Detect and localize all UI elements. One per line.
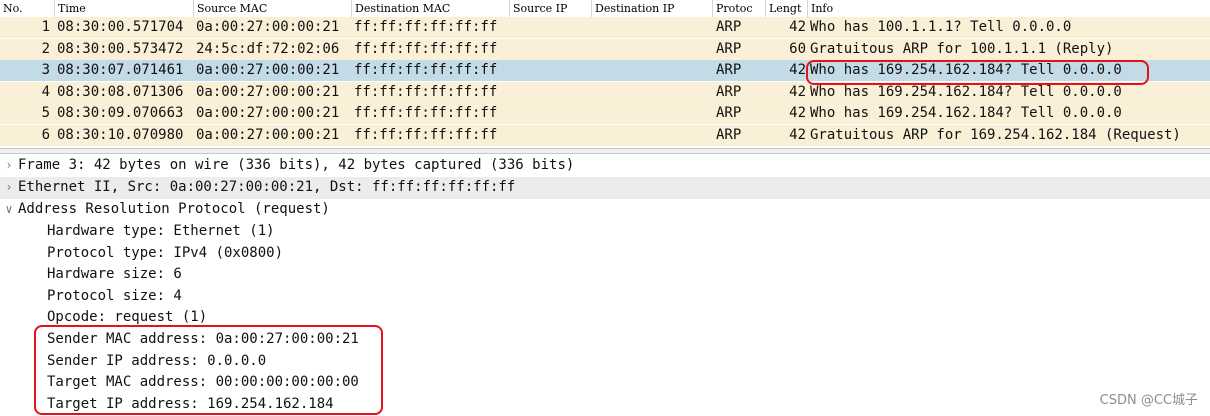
- column-header-destination-ip[interactable]: Destination IP: [592, 0, 713, 17]
- cell-info: Who has 169.254.162.184? Tell 0.0.0.0: [810, 105, 1122, 121]
- cell-time: 08:30:00.571704: [57, 19, 184, 35]
- cell-time: 08:30:08.071306: [57, 83, 184, 100]
- cell-destination-mac: ff:ff:ff:ff:ff:ff: [354, 19, 498, 35]
- cell-protocol: ARP: [716, 19, 742, 35]
- cell-length: 42: [789, 62, 806, 78]
- cell-protocol: ARP: [716, 83, 742, 100]
- cell-protocol: ARP: [716, 62, 742, 78]
- cell-source-mac: 0a:00:27:00:00:21: [196, 126, 340, 143]
- cell-info: Who has 100.1.1.1? Tell 0.0.0.0: [810, 19, 1072, 35]
- chevron-right-icon[interactable]: ›: [0, 177, 18, 199]
- cell-destination-ip: [594, 125, 713, 146]
- cell-protocol: ARP: [716, 40, 742, 57]
- cell-destination-ip: [594, 82, 713, 103]
- table-row[interactable]: 5 08:30:09.070663 0a:00:27:00:00:21 ff:ff:f…: [0, 103, 1210, 125]
- cell-length: 42: [789, 126, 806, 143]
- cell-source-ip: [512, 17, 592, 38]
- cell-destination-ip: [594, 39, 713, 60]
- cell-source-mac: 0a:00:27:00:00:21: [196, 62, 340, 78]
- tree-item-frame[interactable]: › Frame 3: 42 bytes on wire (336 bits), 4…: [0, 155, 1210, 177]
- cell-protocol: ARP: [716, 105, 742, 121]
- cell-no: 3: [41, 62, 50, 78]
- cell-length: 42: [789, 105, 806, 121]
- cell-destination-mac: ff:ff:ff:ff:ff:ff: [354, 105, 498, 121]
- packet-list-header: No. Time Source MAC Destination MAC Sour…: [0, 0, 1210, 18]
- chevron-right-icon[interactable]: ›: [0, 155, 18, 177]
- cell-source-mac: 24:5c:df:72:02:06: [196, 40, 340, 57]
- cell-no: 2: [41, 40, 50, 57]
- cell-source-ip: [512, 125, 592, 146]
- tree-item-ethernet[interactable]: › Ethernet II, Src: 0a:00:27:00:00:21, Ds…: [0, 177, 1210, 199]
- cell-no: 6: [41, 126, 50, 143]
- cell-destination-mac: ff:ff:ff:ff:ff:ff: [354, 40, 498, 57]
- cell-no: 1: [41, 19, 50, 35]
- column-header-protocol[interactable]: Protoc: [713, 0, 766, 17]
- cell-info: Gratuitous ARP for 169.254.162.184 (Requ…: [810, 126, 1181, 143]
- table-row[interactable]: 6 08:30:10.070980 0a:00:27:00:00:21 ff:ff:f…: [0, 124, 1210, 146]
- cell-length: 42: [789, 83, 806, 100]
- column-header-source-mac[interactable]: Source MAC: [194, 0, 352, 17]
- cell-destination-mac: ff:ff:ff:ff:ff:ff: [354, 126, 498, 143]
- pane-splitter[interactable]: [0, 148, 1210, 154]
- cell-time: 08:30:09.070663: [57, 105, 184, 121]
- annotation-box-addresses: [34, 325, 383, 415]
- column-header-info[interactable]: Info: [808, 0, 1210, 17]
- cell-no: 5: [41, 105, 50, 121]
- cell-info: Gratuitous ARP for 100.1.1.1 (Reply): [810, 40, 1114, 57]
- annotation-box-info: [806, 60, 1149, 85]
- tree-item-arp-field[interactable]: Hardware type: Ethernet (1): [0, 221, 275, 243]
- cell-destination-ip: [594, 60, 713, 81]
- cell-time: 08:30:10.070980: [57, 126, 184, 143]
- column-header-length[interactable]: Lengt: [766, 0, 808, 17]
- cell-source-mac: 0a:00:27:00:00:21: [196, 83, 340, 100]
- cell-source-ip: [512, 103, 592, 124]
- column-header-time[interactable]: Time: [55, 0, 194, 17]
- cell-source-ip: [512, 39, 592, 60]
- cell-source-ip: [512, 60, 592, 81]
- cell-no: 4: [41, 83, 50, 100]
- cell-time: 08:30:07.071461: [57, 62, 184, 78]
- cell-destination-mac: ff:ff:ff:ff:ff:ff: [354, 83, 498, 100]
- cell-source-mac: 0a:00:27:00:00:21: [196, 105, 340, 121]
- column-header-source-ip[interactable]: Source IP: [510, 0, 592, 17]
- watermark: CSDN @CC城子: [1099, 393, 1198, 408]
- cell-protocol: ARP: [716, 126, 742, 143]
- cell-length: 60: [789, 40, 806, 57]
- tree-item-arp-field[interactable]: Protocol type: IPv4 (0x0800): [0, 243, 283, 265]
- tree-item-arp-field[interactable]: Protocol size: 4: [0, 286, 182, 308]
- cell-destination-ip: [594, 17, 713, 38]
- column-header-destination-mac[interactable]: Destination MAC: [352, 0, 510, 17]
- cell-destination-mac: ff:ff:ff:ff:ff:ff: [354, 62, 498, 78]
- cell-source-mac: 0a:00:27:00:00:21: [196, 19, 340, 35]
- chevron-down-icon[interactable]: ∨: [0, 199, 18, 221]
- table-row[interactable]: 1 08:30:00.571704 0a:00:27:00:00:21 ff:ff:f…: [0, 17, 1210, 39]
- cell-destination-ip: [594, 103, 713, 124]
- cell-source-ip: [512, 82, 592, 103]
- column-header-no[interactable]: No.: [0, 0, 55, 17]
- cell-length: 42: [789, 19, 806, 35]
- tree-item-arp[interactable]: ∨ Address Resolution Protocol (request): [0, 199, 1210, 221]
- table-row[interactable]: 2 08:30:00.573472 24:5c:df:72:02:06 ff:ff:f…: [0, 38, 1210, 60]
- tree-item-arp-field[interactable]: Hardware size: 6: [0, 264, 182, 286]
- cell-time: 08:30:00.573472: [57, 40, 184, 57]
